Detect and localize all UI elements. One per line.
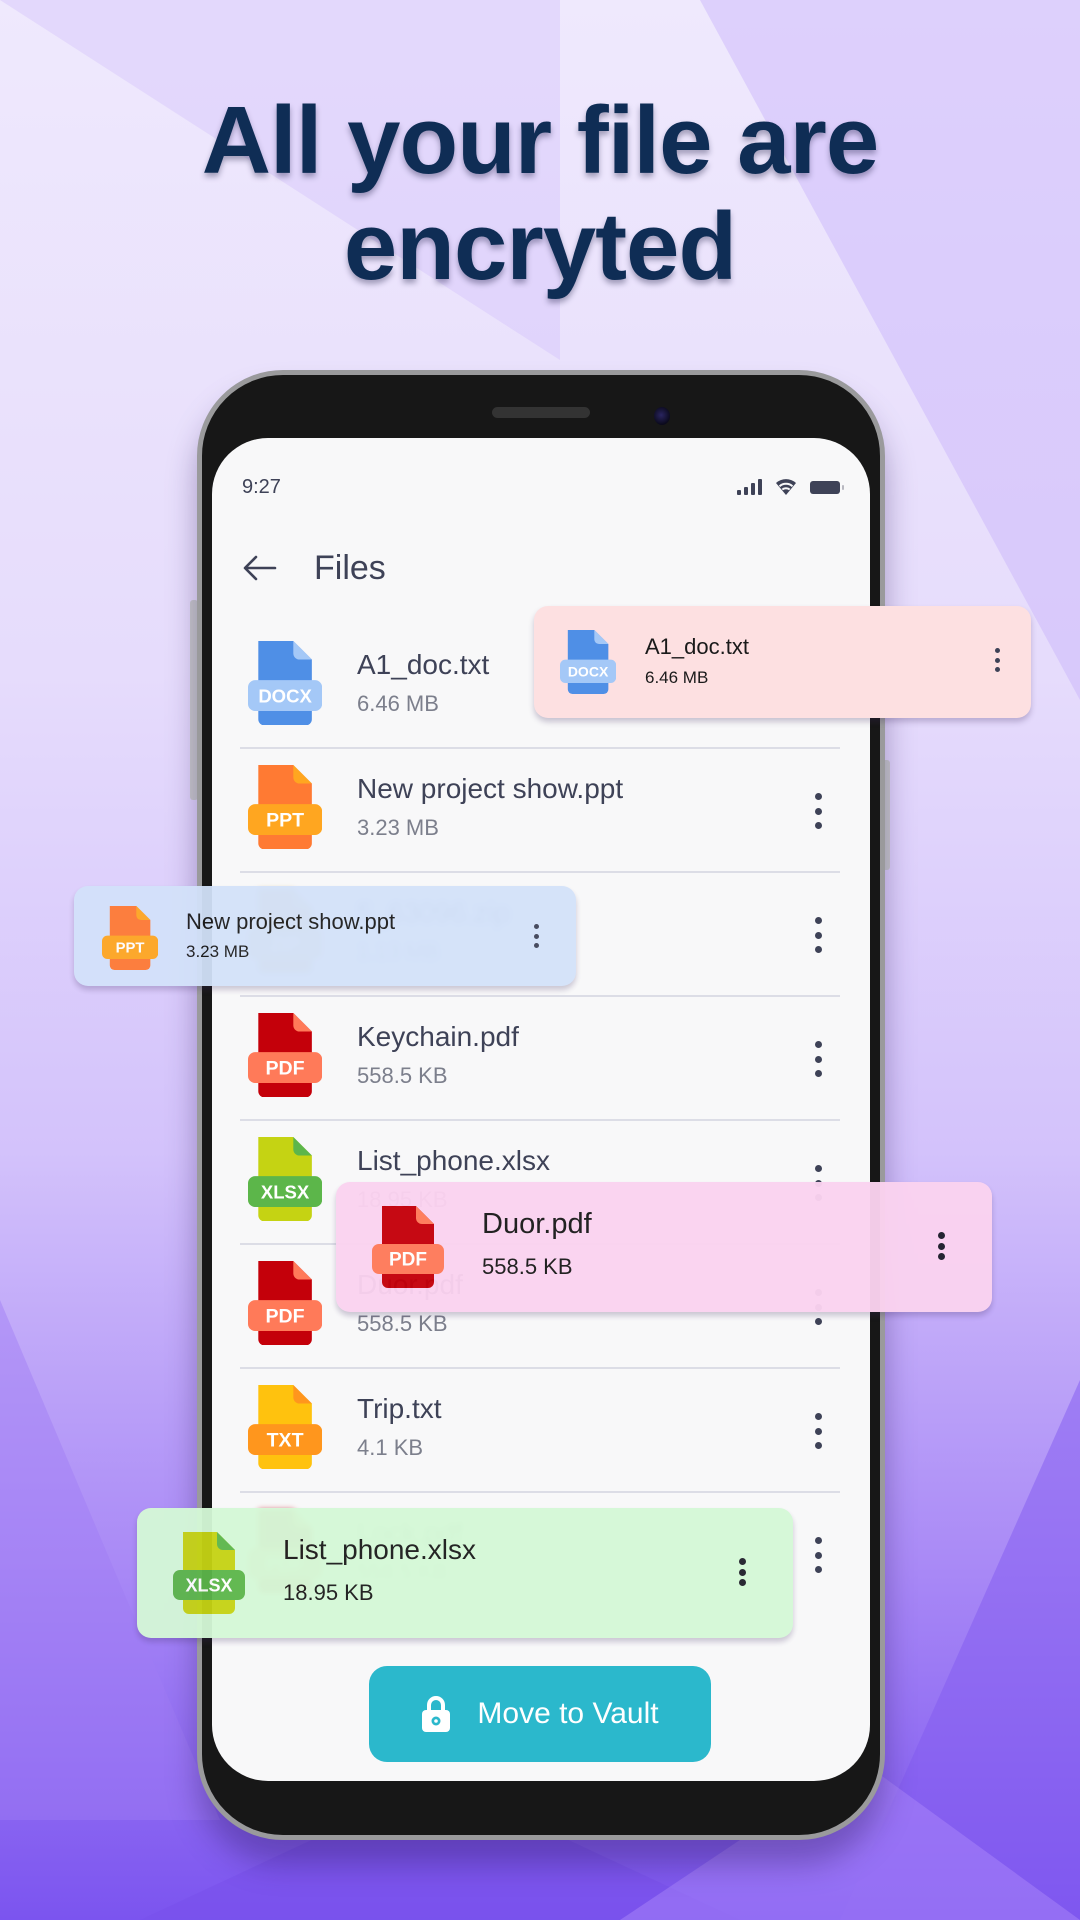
file-row[interactable]: PPT New project show.ppt 3.23 MB bbox=[240, 749, 840, 873]
xlsx-file-icon: XLSX bbox=[248, 1137, 323, 1226]
svg-text:XLSX: XLSX bbox=[261, 1181, 310, 1202]
floating-file-card[interactable]: PDF Duor.pdf 558.5 KB bbox=[336, 1182, 992, 1312]
status-bar: 9:27 bbox=[242, 474, 844, 504]
pdf-file-icon: PDF bbox=[372, 1206, 444, 1293]
file-size: 558.5 KB bbox=[357, 1311, 448, 1336]
floating-file-name: Duor.pdf bbox=[482, 1208, 592, 1240]
more-options-icon[interactable] bbox=[991, 648, 1003, 672]
pdf-file-icon: PDF bbox=[248, 1261, 323, 1350]
file-size: 558.5 KB bbox=[357, 1063, 448, 1088]
svg-text:PDF: PDF bbox=[389, 1250, 427, 1271]
pdf-file-icon: PDF bbox=[248, 1013, 323, 1102]
headline: All your file are encryted bbox=[0, 88, 1080, 300]
floating-file-size: 18.95 KB bbox=[283, 1580, 374, 1605]
docx-file-icon: DOCX bbox=[248, 641, 323, 730]
more-options-icon[interactable] bbox=[735, 1558, 749, 1586]
file-row[interactable]: TXT Trip.txt 4.1 KB bbox=[240, 1369, 840, 1493]
svg-text:XLSX: XLSX bbox=[185, 1576, 232, 1596]
page-title: Files bbox=[314, 548, 386, 587]
svg-text:PDF: PDF bbox=[266, 1305, 305, 1327]
floating-file-name: A1_doc.txt bbox=[645, 634, 749, 659]
headline-line-2: encryted bbox=[343, 193, 737, 300]
battery-icon bbox=[810, 480, 844, 494]
more-options-icon[interactable] bbox=[808, 793, 828, 829]
wifi-icon bbox=[776, 479, 796, 495]
svg-text:TXT: TXT bbox=[267, 1429, 304, 1451]
svg-text:PPT: PPT bbox=[266, 809, 304, 831]
svg-text:PPT: PPT bbox=[116, 940, 145, 956]
status-icons bbox=[737, 478, 844, 496]
app-bar: Files bbox=[242, 538, 386, 598]
floating-file-size: 558.5 KB bbox=[482, 1254, 573, 1279]
more-options-icon[interactable] bbox=[808, 1537, 828, 1573]
xlsx-file-icon: XLSX bbox=[173, 1532, 245, 1619]
file-name: New project show.ppt bbox=[357, 773, 624, 804]
file-name: Trip.txt bbox=[357, 1393, 442, 1424]
file-list: DOCX A1_doc.txt 6.46 MB PPT New project show… bbox=[240, 625, 840, 1617]
floating-file-card[interactable]: XLSX List_phone.xlsx 18.95 KB bbox=[137, 1508, 793, 1638]
file-row[interactable]: PDF Keychain.pdf 558.5 KB bbox=[240, 997, 840, 1121]
svg-text:DOCX: DOCX bbox=[258, 685, 312, 706]
file-size: 4.1 KB bbox=[357, 1435, 424, 1460]
ppt-file-icon: PPT bbox=[248, 765, 323, 854]
phone-speaker bbox=[492, 407, 590, 418]
phone-camera bbox=[654, 407, 670, 425]
floating-file-name: List_phone.xlsx bbox=[283, 1534, 477, 1565]
ppt-file-icon: PPT bbox=[102, 906, 159, 975]
file-name: Keychain.pdf bbox=[357, 1021, 519, 1052]
more-options-icon[interactable] bbox=[808, 1041, 828, 1077]
move-to-vault-label: Move to Vault bbox=[477, 1697, 659, 1730]
move-to-vault-button[interactable]: Move to Vault bbox=[369, 1666, 711, 1762]
svg-text:DOCX: DOCX bbox=[568, 663, 609, 679]
file-size: 3.23 MB bbox=[357, 815, 439, 840]
docx-file-icon: DOCX bbox=[560, 630, 617, 699]
lock-icon bbox=[422, 1696, 451, 1732]
floating-file-card[interactable]: PPT New project show.ppt 3.23 MB bbox=[74, 886, 576, 986]
floating-file-card[interactable]: DOCX A1_doc.txt 6.46 MB bbox=[534, 606, 1031, 718]
more-options-icon[interactable] bbox=[530, 924, 542, 948]
floating-file-size: 3.23 MB bbox=[186, 942, 250, 961]
txt-file-icon: TXT bbox=[248, 1385, 323, 1474]
status-time: 9:27 bbox=[242, 476, 281, 498]
file-size: 6.46 MB bbox=[357, 691, 439, 716]
floating-file-size: 6.46 MB bbox=[645, 668, 709, 687]
headline-line-1: All your file are bbox=[201, 87, 880, 194]
arrow-left-icon[interactable] bbox=[242, 550, 278, 586]
more-options-icon[interactable] bbox=[808, 1413, 828, 1449]
file-name: List_phone.xlsx bbox=[357, 1145, 551, 1176]
signal-icon bbox=[737, 479, 762, 495]
file-name: A1_doc.txt bbox=[357, 649, 490, 680]
more-options-icon[interactable] bbox=[808, 917, 828, 953]
svg-text:PDF: PDF bbox=[266, 1057, 305, 1079]
more-options-icon[interactable] bbox=[934, 1232, 948, 1260]
floating-file-name: New project show.ppt bbox=[186, 909, 396, 934]
